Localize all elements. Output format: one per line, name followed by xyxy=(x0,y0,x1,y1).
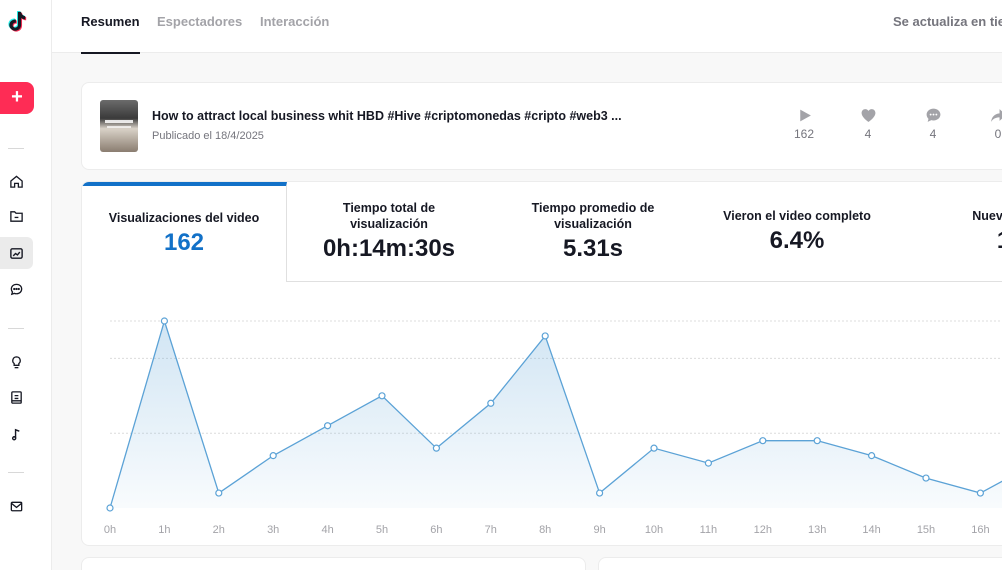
bottom-card-left xyxy=(81,557,586,570)
chart-point[interactable] xyxy=(106,504,114,512)
sidebar-divider xyxy=(8,472,24,473)
metric-value: 162 xyxy=(163,229,205,256)
metric-value: 1 xyxy=(899,227,1002,255)
chart-x-tick-label: 5h xyxy=(376,524,388,536)
sidebar: + xyxy=(0,0,52,570)
chart-x-tick-label: 11h xyxy=(700,524,718,536)
metric-value: 0h:14m:30s xyxy=(322,235,456,262)
chart-point[interactable] xyxy=(976,489,985,497)
views-chart: 0h 1h 2h 3h 4h 5h 6h 7h 8h 9h 10h 11h 12h 13h 14h 15h 16… xyxy=(104,317,1002,536)
chart-point[interactable] xyxy=(269,452,277,460)
bottom-card-right xyxy=(598,557,1002,570)
chart-x-tick-label: 12h xyxy=(754,524,772,536)
chart-x-tick-label: 13h xyxy=(808,524,826,536)
chart-x-tick-label: 1h xyxy=(158,524,170,536)
metric-tab-total-watch-time[interactable]: Tiempo total de visualización 0h:14m:30s xyxy=(287,182,492,282)
chart-point[interactable] xyxy=(160,317,169,325)
update-status: Se actualiza en tie xyxy=(893,14,1002,29)
comments-icon[interactable] xyxy=(0,273,33,305)
chart-point[interactable] xyxy=(650,444,658,452)
comment-bubble-icon xyxy=(926,108,940,122)
views-stat: 162 xyxy=(784,107,824,141)
comments-count: 4 xyxy=(929,127,937,141)
chart-x-tick-label: 3h xyxy=(267,524,279,536)
analytics-icon[interactable] xyxy=(0,237,33,269)
video-thumbnail[interactable] xyxy=(100,100,138,152)
notebook-icon[interactable] xyxy=(0,381,33,413)
metric-tab-new-followers[interactable]: Nuevos se 1 xyxy=(899,182,1002,282)
video-card: How to attract local business whit HBD #… xyxy=(81,82,1002,170)
shares-count: 0 xyxy=(994,127,1002,141)
likes-stat: 4 xyxy=(848,107,888,141)
folder-icon[interactable] xyxy=(0,200,33,232)
metric-value: 6.4% xyxy=(769,227,825,254)
likes-count: 4 xyxy=(864,127,872,141)
metric-label: Tiempo promedio de visualización xyxy=(531,201,655,231)
mail-icon[interactable] xyxy=(0,490,33,522)
chart-point[interactable] xyxy=(432,444,440,452)
metric-tab-average-watch-time[interactable]: Tiempo promedio de visualización 5.31s xyxy=(491,182,696,282)
video-publish-date: Publicado el 18/4/2025 xyxy=(152,130,264,142)
chart-point[interactable] xyxy=(541,332,549,340)
metric-label: Tiempo total de visualización xyxy=(342,201,436,231)
metric-label: Nuevos se xyxy=(972,209,1002,223)
chart-x-tick-label: 4h xyxy=(321,524,333,536)
chart-x-tick-label: 8h xyxy=(539,524,551,536)
lightbulb-icon[interactable] xyxy=(0,346,33,378)
metric-value: 5.31s xyxy=(562,235,624,262)
analytics-panel: Visualizaciones del video 162 Tiempo tot… xyxy=(81,181,1002,546)
views-count: 162 xyxy=(793,127,815,141)
share-arrow-icon xyxy=(990,109,1002,122)
shares-stat: 0 xyxy=(978,107,1002,141)
chart-area xyxy=(110,321,1002,508)
chart-point[interactable] xyxy=(324,422,332,430)
metric-label: Visualizaciones del video xyxy=(108,211,260,225)
music-note-icon[interactable] xyxy=(0,418,33,450)
chart-point[interactable] xyxy=(867,452,876,460)
video-title[interactable]: How to attract local business whit HBD #… xyxy=(152,109,622,123)
chart-x-tick-label: 15h xyxy=(917,524,935,536)
home-icon[interactable] xyxy=(0,165,33,197)
chart-point[interactable] xyxy=(922,474,930,482)
chart-x-tick-label: 6h xyxy=(430,524,442,536)
chart-x-tick-label: 7h xyxy=(485,524,497,536)
chart-point[interactable] xyxy=(215,489,223,497)
play-icon xyxy=(799,109,811,122)
chart-point[interactable] xyxy=(595,489,604,497)
chart-point[interactable] xyxy=(813,437,821,445)
chart-x-tick-label: 2h xyxy=(213,524,225,536)
chart-point[interactable] xyxy=(759,437,767,445)
tiktok-logo-icon[interactable] xyxy=(6,10,28,34)
sidebar-divider xyxy=(8,328,24,329)
chart-point[interactable] xyxy=(378,392,386,400)
chart-x-tick-label: 0h xyxy=(104,524,116,536)
chart-point[interactable] xyxy=(487,399,495,407)
chart-x-tick-label: 10h xyxy=(645,524,663,536)
chart-point[interactable] xyxy=(704,459,713,467)
tab-resumen[interactable]: Resumen xyxy=(81,14,140,54)
upload-button[interactable]: + xyxy=(0,82,34,114)
chart-x-tick-label: 14h xyxy=(862,524,880,536)
chart-x-tick-label: 16h xyxy=(971,524,989,536)
chart-x-tick-label: 9h xyxy=(593,524,605,536)
metric-tab-views[interactable]: Visualizaciones del video 162 xyxy=(82,182,287,282)
tab-espectadores[interactable]: Espectadores xyxy=(157,14,242,29)
tab-interaccion[interactable]: Interacción xyxy=(260,14,329,29)
sidebar-divider xyxy=(8,148,24,149)
heart-icon xyxy=(861,109,875,122)
top-bar: Resumen Espectadores Interacción Se actu… xyxy=(52,0,1002,54)
metric-label: Vieron el video completo xyxy=(723,209,871,223)
comments-stat: 4 xyxy=(913,107,953,141)
metric-tab-watched-full-video[interactable]: Vieron el video completo 6.4% xyxy=(695,182,900,282)
